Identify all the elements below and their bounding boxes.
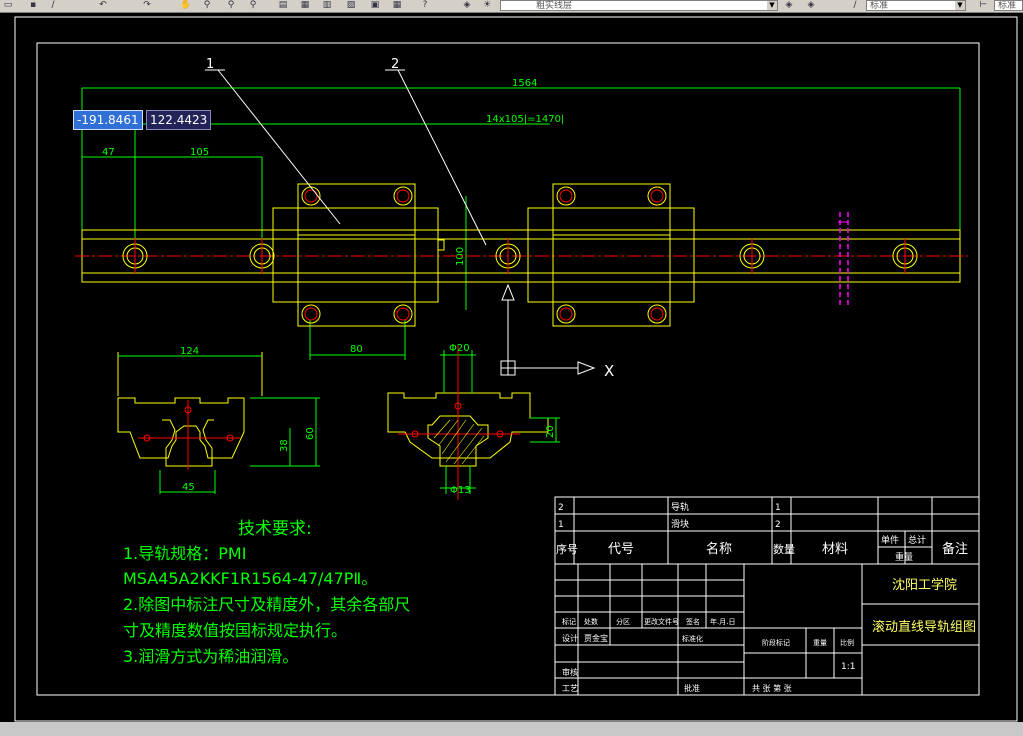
scale-value: 1:1 bbox=[841, 662, 855, 672]
school-name: 沈阳工学院 bbox=[892, 577, 957, 593]
label-review: 审核 bbox=[562, 667, 578, 677]
tech-line-4: 寸及精度数值按国标规定执行。 bbox=[123, 621, 347, 640]
dim-sec-h2: 38 bbox=[279, 439, 290, 452]
dim-sec-base: 45 bbox=[182, 482, 195, 493]
dim-h20: 20 bbox=[545, 425, 556, 438]
dim-overall: 1564 bbox=[512, 78, 537, 89]
label-zone: 分区 bbox=[616, 617, 630, 626]
label-craft: 工艺 bbox=[562, 684, 578, 693]
part-label-1: 1 bbox=[206, 57, 214, 72]
label-scale: 比例 bbox=[840, 638, 854, 647]
zoom-window-icon[interactable]: ⚲ bbox=[226, 1, 236, 10]
label-weight2: 重量 bbox=[813, 639, 827, 647]
label-approve: 批准 bbox=[684, 683, 700, 693]
header-no: 序号 bbox=[556, 542, 578, 556]
drawing-title: 滚动直线导轨组图 bbox=[872, 619, 976, 635]
row1-name: 滑块 bbox=[671, 518, 689, 530]
style-select[interactable]: 标准 ▼ bbox=[866, 0, 966, 11]
layer-prev-icon[interactable]: ◈ bbox=[784, 1, 794, 10]
ucs-x-label: X bbox=[604, 362, 614, 380]
undo-icon[interactable]: ↶ bbox=[98, 1, 108, 10]
slider-block-left bbox=[272, 183, 445, 327]
tool-palette-icon[interactable]: ▥ bbox=[322, 1, 332, 10]
header-remark: 备注 bbox=[942, 541, 968, 557]
chevron-down-icon: ▼ bbox=[955, 1, 965, 10]
slider-block-right bbox=[527, 183, 695, 327]
dim-sec-width: 124 bbox=[180, 346, 199, 357]
tech-line-1: 1.导轨规格：PMI bbox=[123, 544, 246, 563]
dim-end: 47 bbox=[102, 147, 115, 158]
markup-icon[interactable]: ▣ bbox=[370, 1, 380, 10]
row1-qty: 2 bbox=[775, 520, 781, 530]
label-date: 年.月.日 bbox=[710, 617, 735, 626]
tech-line-5: 3.润滑方式为稀油润滑。 bbox=[123, 647, 298, 666]
row2-qty: 1 bbox=[775, 503, 781, 513]
dim-pitch1: 105 bbox=[190, 147, 209, 158]
label-designer: 贾金宝 bbox=[584, 633, 608, 643]
style-select-value: 标准 bbox=[870, 1, 889, 11]
dim-sec-h1: 60 bbox=[305, 427, 316, 440]
style-icon[interactable]: ∕ bbox=[850, 1, 860, 10]
dim-block-center: 80 bbox=[350, 344, 363, 355]
title-block-text: 2 导轨 1 1 滑块 2 序号 代号 名称 数量 材料 单件 总计 重量 备注… bbox=[556, 501, 976, 693]
label-count: 处数 bbox=[584, 617, 598, 626]
label-sign: 签名 bbox=[686, 617, 700, 626]
label-std: 标准化 bbox=[682, 634, 703, 643]
dim-d13: Φ13 bbox=[450, 485, 471, 496]
row1-no: 1 bbox=[558, 520, 564, 530]
part-label-2: 2 bbox=[391, 57, 399, 72]
label-design: 设计 bbox=[562, 633, 578, 643]
properties-icon[interactable]: ▤ bbox=[278, 1, 288, 10]
zoom-icon[interactable]: ⚲ bbox=[202, 1, 212, 10]
coord-x-input[interactable]: -191.8461 bbox=[73, 110, 143, 130]
tech-title: 技术要求: bbox=[238, 519, 312, 539]
header-material: 材料 bbox=[822, 542, 848, 557]
open-icon[interactable]: ▭ bbox=[3, 1, 13, 10]
layer-iso-icon[interactable]: ◈ bbox=[806, 1, 816, 10]
layer-manager-icon[interactable]: ◈ bbox=[462, 1, 472, 10]
sheet-set-icon[interactable]: ▧ bbox=[346, 1, 356, 10]
dim-pitch: 14x105|=1470| bbox=[486, 114, 564, 125]
tech-line-3: 2.除图中标注尺寸及精度外，其余各部尺 bbox=[123, 595, 410, 614]
redo-icon[interactable]: ↷ bbox=[142, 1, 152, 10]
break-marks bbox=[839, 212, 849, 305]
tech-line-2: MSA45A2KKF1R1564-47/47PⅡ。 bbox=[123, 569, 377, 588]
layer-select[interactable]: 粗实线层 ▼ bbox=[500, 0, 778, 11]
dim-style-icon[interactable]: ⊢ bbox=[978, 1, 988, 10]
header-qty: 数量 bbox=[773, 543, 795, 556]
bottom-bar bbox=[0, 722, 1023, 736]
chevron-down-icon: ▼ bbox=[767, 1, 777, 10]
ucs-icon bbox=[500, 283, 596, 376]
label-stage: 阶段标记 bbox=[762, 638, 790, 647]
label-file: 更改文件号 bbox=[644, 617, 679, 626]
header-name: 名称 bbox=[706, 541, 732, 557]
label-mark: 标记 bbox=[562, 617, 576, 626]
layer-select-value: 粗实线层 bbox=[536, 1, 573, 11]
title-block-grid bbox=[554, 496, 980, 696]
coord-y-input[interactable]: 122.4423 bbox=[146, 110, 212, 130]
zoom-prev-icon[interactable]: ⚲ bbox=[248, 1, 258, 10]
layer-state-icon[interactable]: ☀ bbox=[482, 1, 492, 10]
row2-name: 导轨 bbox=[671, 501, 689, 513]
header-code: 代号 bbox=[608, 542, 634, 557]
header-weight: 重量 bbox=[895, 551, 913, 563]
save-icon[interactable]: ▪ bbox=[28, 1, 38, 10]
dim-d20: Φ20 bbox=[449, 343, 470, 354]
design-center-icon[interactable]: ▦ bbox=[300, 1, 310, 10]
dim-style-select[interactable]: 标准 bbox=[994, 0, 1023, 11]
help-icon[interactable]: ? bbox=[420, 1, 430, 10]
header-total: 总计 bbox=[908, 534, 926, 546]
calc-icon[interactable]: ▦ bbox=[392, 1, 402, 10]
header-unit: 单件 bbox=[881, 534, 899, 546]
pan-icon[interactable]: ✋ bbox=[180, 1, 191, 10]
dim-style-value: 标准 bbox=[998, 1, 1017, 11]
section-view-left bbox=[117, 352, 320, 494]
dimensions-top bbox=[81, 87, 961, 360]
label-sheets: 共 张 第 张 bbox=[752, 683, 792, 693]
row2-no: 2 bbox=[558, 503, 564, 513]
brush-icon[interactable]: ∕ bbox=[48, 1, 58, 10]
